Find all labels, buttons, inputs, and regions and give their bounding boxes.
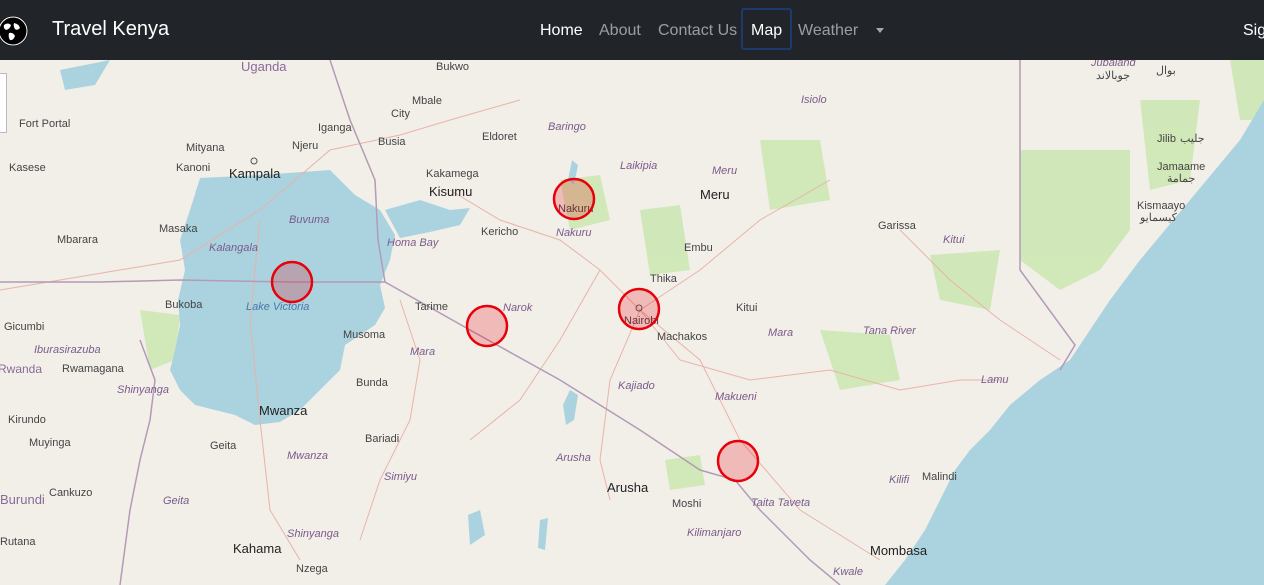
label-kajiado: Kajiado [618,380,655,392]
label-fort-portal: Fort Portal [19,118,70,130]
label-jamaame: Jamaame [1157,161,1205,173]
label-geita: Geita [210,440,237,452]
label-nzega: Nzega [296,563,329,575]
label-mara-region: Mara [410,346,435,358]
nav-home[interactable]: Home [540,22,583,40]
label-arusha-region: Arusha [555,452,591,464]
label-makueni: Makueni [715,391,757,403]
label-kismaayo: Kismaayo [1137,200,1185,212]
label-kisumu: Kisumu [429,184,472,199]
label-homa-bay: Homa Bay [387,237,440,249]
label-kilifi: Kilifi [889,474,910,486]
label-kismaayo-ar: كيسمايو [1139,212,1178,224]
label-eldoret: Eldoret [482,131,517,143]
label-busia: Busia [378,136,406,148]
nav-weather[interactable]: Weather [798,22,858,40]
label-mwanza-region: Mwanza [287,450,328,462]
label-iganga: Iganga [318,122,353,134]
label-meru: Meru [700,187,730,202]
label-geita-region: Geita [163,495,189,507]
map-marker-nakuru[interactable] [552,177,596,221]
label-njeru: Njeru [292,140,318,152]
label-malindi: Malindi [922,471,957,483]
label-mwanza: Mwanza [259,403,308,418]
label-garissa-region: Kitui [943,234,965,246]
label-kakamega: Kakamega [426,168,479,180]
label-embu: Embu [684,242,713,254]
label-kitui: Kitui [736,302,757,314]
label-arusha: Arusha [607,480,649,495]
label-rwanda: Rwanda [0,362,42,376]
label-iburasirazuba: Iburasirazuba [34,344,101,356]
label-meru-region: Meru [712,165,737,177]
map-marker-lake-victoria[interactable] [270,260,314,304]
label-laikipia: Laikipia [620,160,657,172]
label-jilib-ar: جليب [1180,133,1205,145]
label-bukoba: Bukoba [165,299,203,311]
label-bukwo: Bukwo [436,61,469,73]
label-city: City [391,108,410,120]
label-isiolo: Isiolo [801,94,827,106]
label-kanoni: Kanoni [176,162,210,174]
label-rutana: Rutana [0,536,36,548]
label-kalangala: Kalangala [209,242,258,254]
label-kahama: Kahama [233,541,282,556]
navbar: Travel Kenya Home About Contact Us Map W… [0,0,1264,60]
label-kagera: Shinyanga [117,384,169,396]
label-buvuma: Buvuma [289,214,329,226]
label-shinyanga-region: Shinyanga [287,528,339,540]
label-baringo: Baringo [548,121,586,133]
label-machakos: Machakos [657,331,708,343]
label-kitui-region: Mara [768,327,793,339]
label-kericho: Kericho [481,226,518,238]
label-mityana: Mityana [186,142,225,154]
label-musoma: Musoma [343,329,386,341]
label-cankuzo: Cankuzo [49,487,92,499]
label-mombasa: Mombasa [870,543,928,558]
label-muyinga: Muyinga [29,437,71,449]
nav-map[interactable]: Map [741,8,793,50]
brand-title[interactable]: Travel Kenya [52,18,169,41]
label-masaka: Masaka [159,223,198,235]
label-jubaland-ar: جوبالاند [1096,70,1130,82]
label-burundi: Burundi [0,492,45,507]
zoom-control[interactable] [0,73,7,133]
label-kampala: Kampala [229,166,281,181]
label-tana-river: Tana River [863,325,917,337]
label-kilimanjaro: Kilimanjaro [687,527,741,539]
label-lamu: Lamu [981,374,1009,386]
label-gicumbi: Gicumbi [4,321,44,333]
label-jamaame-ar: جمامة [1167,173,1195,185]
label-jilib: Jilib [1157,133,1176,145]
sign-in-link[interactable]: Sig [1243,22,1264,40]
label-kwale: Kwale [833,566,863,578]
map-marker-nairobi[interactable] [617,287,661,331]
map-marker-masai-mara[interactable] [465,304,509,348]
label-bual-ar: بوال [1156,65,1176,77]
label-jubaland: Jubaland [1090,60,1137,69]
nav-contact[interactable]: Contact Us [658,22,737,40]
label-lake-victoria: Lake Victoria [246,301,309,313]
label-narok: Narok [503,302,533,314]
label-uganda: Uganda [241,60,287,74]
label-mbarara: Mbarara [57,234,99,246]
globe-icon[interactable] [0,16,28,46]
label-kirundo: Kirundo [8,414,46,426]
map-marker-tsavo[interactable] [716,439,760,483]
label-moshi: Moshi [672,498,701,510]
label-nakuru-region: Nakuru [556,227,591,239]
nav-about[interactable]: About [599,22,641,40]
map-canvas[interactable]: Uganda Bukwo Mbale City Iganga Eldoret B… [0,60,1264,585]
label-taita-taveta: Taita Taveta [751,497,810,509]
label-rwamagana: Rwamagana [62,363,125,375]
label-simiyu: Simiyu [384,471,417,483]
label-thika: Thika [650,273,678,285]
label-bunda: Bunda [356,377,389,389]
label-mbale: Mbale [412,95,442,107]
label-garissa: Garissa [878,220,917,232]
label-kasese: Kasese [9,162,46,174]
weather-dropdown-caret-icon[interactable] [876,28,884,33]
label-bariadi: Bariadi [365,433,399,445]
label-tarime: Tarime [415,301,448,313]
